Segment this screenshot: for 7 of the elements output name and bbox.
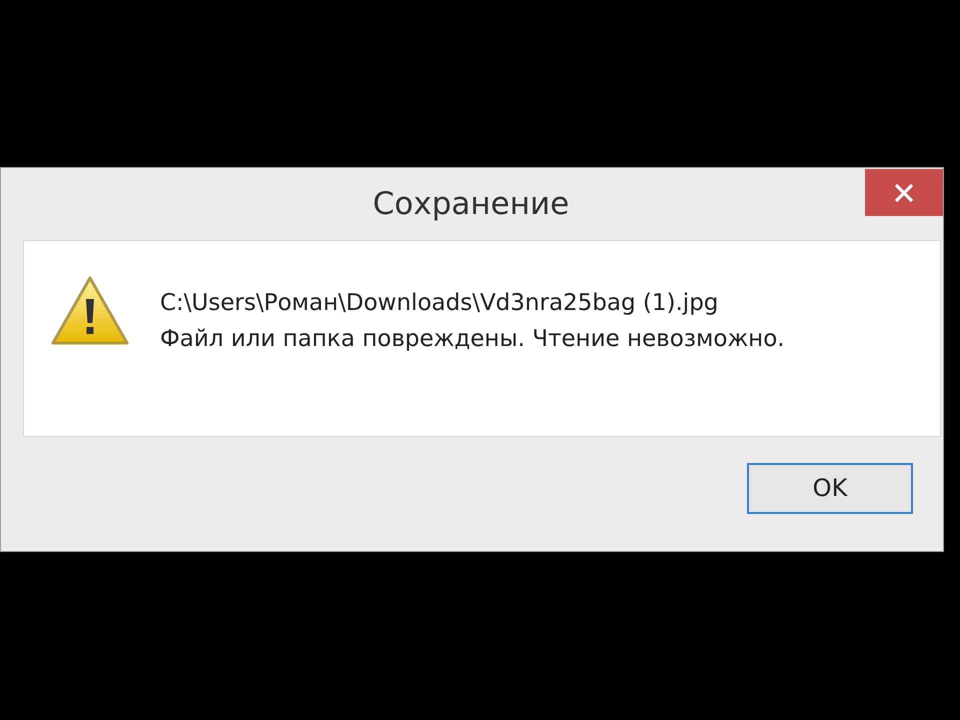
window-title: Сохранение [372, 186, 570, 222]
ok-button[interactable]: OK [747, 462, 913, 514]
error-message: Файл или папка повреждены. Чтение невозможно. [160, 325, 785, 354]
close-button[interactable] [865, 169, 943, 216]
file-path: C:\Users\Роман\Downloads\Vd3nra25bag (1).jpg [160, 289, 720, 318]
warning-icon [50, 275, 130, 347]
close-icon [893, 182, 915, 204]
